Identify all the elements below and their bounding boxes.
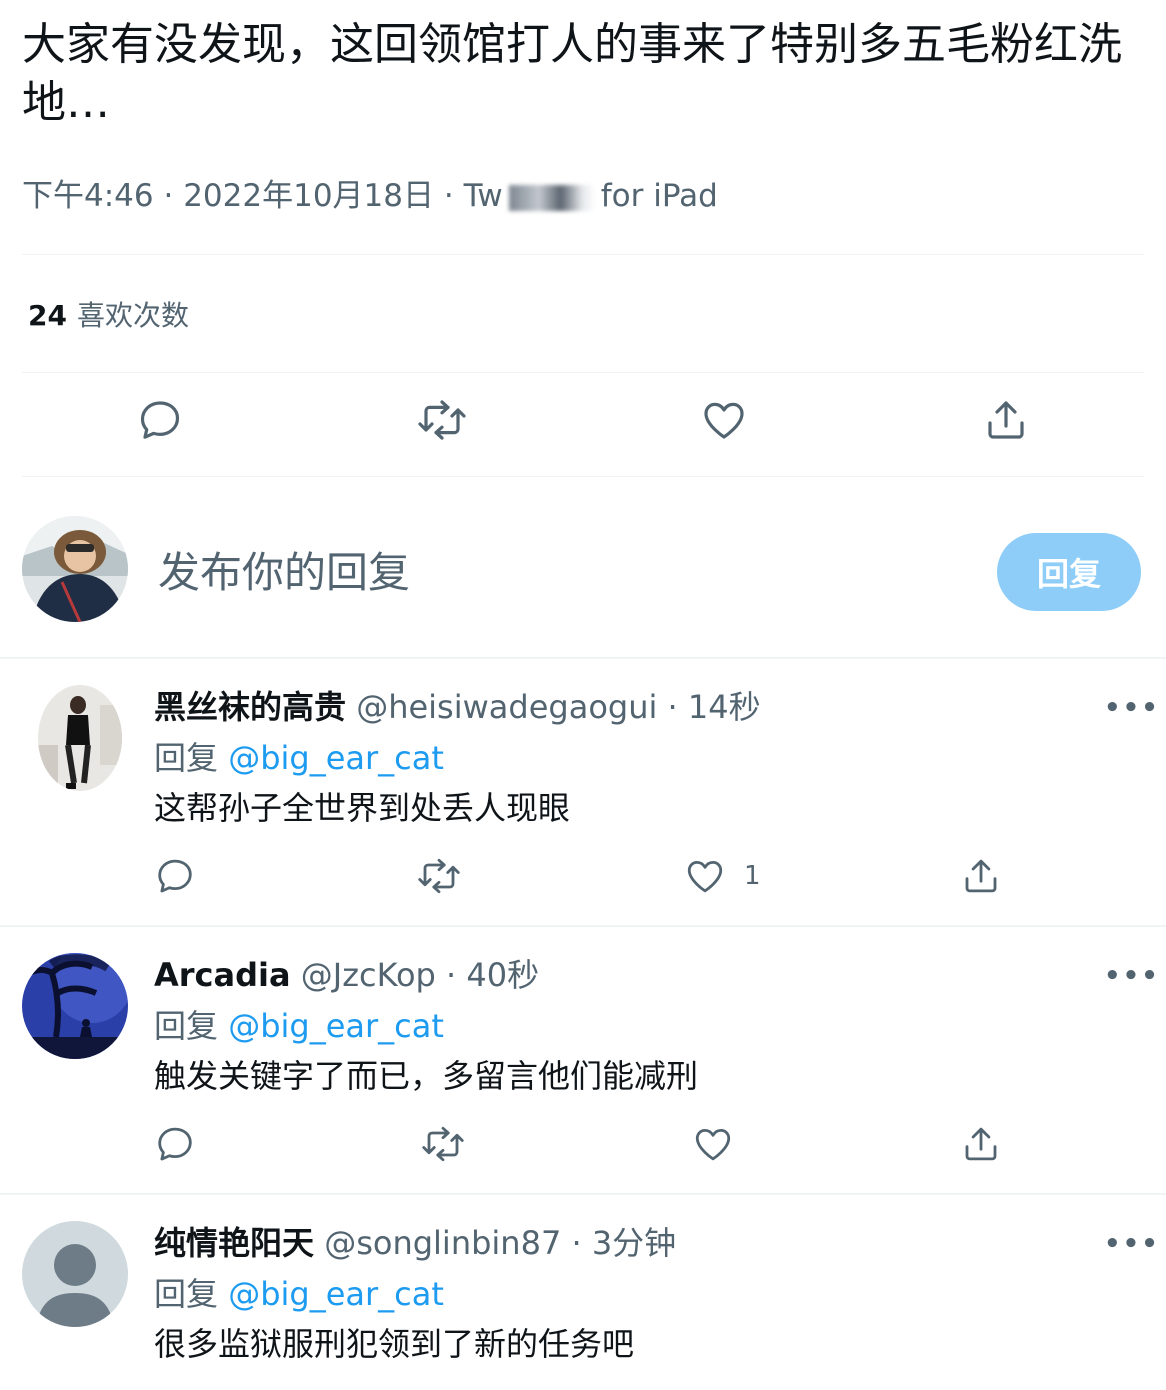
- reply-input[interactable]: [158, 540, 918, 604]
- reply-author-handle[interactable]: @songlinbin87: [324, 1224, 561, 1262]
- likes-count: 24: [28, 299, 67, 332]
- replying-to-prefix: 回复: [154, 1275, 219, 1313]
- avatar-image: [22, 516, 128, 622]
- meta-separator: ·: [443, 178, 454, 214]
- meta-separator: ·: [571, 1224, 582, 1262]
- reply-icon: [158, 1127, 192, 1161]
- reply-item[interactable]: 纯情艳阳天 @songlinbin87 · 3分钟 ••• 回复 @big_ea…: [0, 1195, 1166, 1390]
- tweet-date[interactable]: 2022年10月18日: [183, 178, 434, 214]
- avatar-image: [38, 685, 122, 791]
- like-count: 1: [744, 861, 761, 891]
- share-button[interactable]: [960, 855, 1002, 897]
- redacted-blur: [508, 184, 595, 211]
- reply-button[interactable]: [154, 1123, 196, 1165]
- likes-label: 喜欢次数: [76, 299, 189, 332]
- tweet-meta: 下午4:46 · 2022年10月18日 · Tw for iPad: [22, 174, 718, 218]
- tweet-text: 大家有没发现，这回领馆打人的事来了特别多五毛粉红洗地…: [22, 19, 1122, 128]
- share-icon: [965, 859, 997, 893]
- reply-author-name[interactable]: 纯情艳阳天: [154, 1224, 314, 1262]
- replying-to: 回复 @big_ear_cat: [154, 1272, 444, 1316]
- replying-to: 回复 @big_ear_cat: [154, 1004, 444, 1048]
- reply-avatar[interactable]: [38, 685, 122, 791]
- meta-separator: ·: [163, 178, 174, 214]
- reply-header: 纯情艳阳天 @songlinbin87 · 3分钟: [154, 1221, 676, 1265]
- divider: [22, 254, 1144, 255]
- divider: [22, 476, 1144, 477]
- reply-action-bar: 1: [0, 855, 1166, 915]
- like-icon: [704, 402, 744, 439]
- reply-author-handle[interactable]: @heisiwadegaogui: [356, 688, 657, 726]
- more-icon[interactable]: •••: [1104, 961, 1160, 991]
- reply-icon: [158, 859, 192, 893]
- reply-author-handle[interactable]: @JzcKop: [301, 956, 436, 994]
- reply-time[interactable]: 14秒: [688, 688, 761, 726]
- reply-header: Arcadia @JzcKop · 40秒: [154, 953, 539, 997]
- reply-item[interactable]: Arcadia @JzcKop · 40秒 ••• 回复 @big_ear_ca…: [0, 927, 1166, 1193]
- retweet-button[interactable]: [420, 1123, 466, 1165]
- reply-avatar[interactable]: [22, 953, 128, 1059]
- reply-author-name[interactable]: Arcadia: [154, 956, 291, 994]
- reply-header: 黑丝袜的高贵 @heisiwadegaogui · 14秒: [154, 685, 761, 729]
- share-button[interactable]: [982, 396, 1030, 444]
- tweet-action-bar: [0, 396, 1166, 456]
- retweet-icon: [418, 400, 466, 440]
- meta-separator: ·: [446, 956, 457, 994]
- retweet-icon: [418, 858, 460, 894]
- meta-separator: ·: [667, 688, 678, 726]
- reply-submit-button[interactable]: 回复: [997, 533, 1141, 611]
- retweet-button[interactable]: [416, 855, 462, 897]
- reply-icon: [140, 401, 180, 439]
- likes-stat[interactable]: 24 喜欢次数: [28, 296, 189, 336]
- tweet-time[interactable]: 下午4:46: [22, 178, 154, 214]
- reply-text: 这帮孙子全世界到处丢人现眼: [154, 789, 571, 827]
- replying-to-prefix: 回复: [154, 739, 219, 777]
- reply-text: 触发关键字了而已，多留言他们能减刑: [154, 1057, 699, 1095]
- like-button[interactable]: [700, 396, 748, 444]
- reply-avatar[interactable]: [22, 1221, 128, 1327]
- like-icon: [687, 860, 723, 893]
- share-icon: [988, 401, 1024, 439]
- user-avatar[interactable]: [22, 516, 128, 622]
- reply-item[interactable]: 黑丝袜的高贵 @heisiwadegaogui · 14秒 ••• 回复 @bi…: [0, 659, 1166, 925]
- like-button[interactable]: [692, 1123, 752, 1165]
- share-icon: [965, 1127, 997, 1161]
- reply-button[interactable]: [154, 855, 196, 897]
- reply-button[interactable]: [136, 396, 184, 444]
- more-icon[interactable]: •••: [1104, 1229, 1160, 1259]
- like-button[interactable]: 1: [684, 855, 761, 897]
- like-icon: [695, 1128, 731, 1161]
- reply-action-bar: [0, 1123, 1166, 1183]
- source-text-end: for iPad: [600, 178, 718, 214]
- reply-author-name[interactable]: 黑丝袜的高贵: [154, 688, 346, 726]
- replying-to: 回复 @big_ear_cat: [154, 736, 444, 780]
- share-button[interactable]: [960, 1123, 1002, 1165]
- replying-to-handle[interactable]: @big_ear_cat: [228, 1007, 444, 1045]
- default-avatar-icon: [22, 1221, 128, 1327]
- more-icon[interactable]: •••: [1104, 693, 1160, 723]
- replying-to-prefix: 回复: [154, 1007, 219, 1045]
- divider: [22, 372, 1144, 373]
- reply-text: 很多监狱服刑犯领到了新的任务吧: [154, 1325, 635, 1363]
- reply-time[interactable]: 40秒: [466, 956, 539, 994]
- retweet-icon: [422, 1126, 464, 1162]
- avatar-image: [22, 953, 128, 1059]
- tweet-source[interactable]: Tw for iPad: [464, 178, 718, 214]
- replying-to-handle[interactable]: @big_ear_cat: [228, 1275, 444, 1313]
- reply-time[interactable]: 3分钟: [592, 1224, 676, 1262]
- replying-to-handle[interactable]: @big_ear_cat: [228, 739, 444, 777]
- source-text-start: Tw: [463, 178, 503, 214]
- retweet-button[interactable]: [416, 396, 468, 444]
